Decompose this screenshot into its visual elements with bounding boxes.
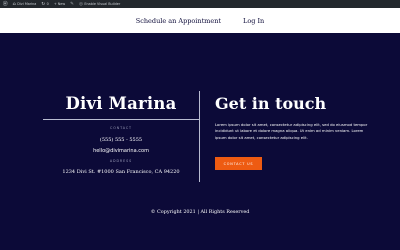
new-label: + New bbox=[53, 2, 66, 6]
street-address: 1234 Divi St. #1000 San Francisco, CA 94… bbox=[62, 169, 180, 175]
visual-builder-item[interactable]: ◎ Enable Visual Builder bbox=[79, 2, 120, 7]
brand-block: Divi Marina bbox=[43, 92, 199, 116]
email-address[interactable]: hello@divimarina.com bbox=[43, 148, 199, 154]
wordpress-item[interactable]: ⓦ bbox=[3, 1, 8, 7]
updates-count: 0 bbox=[46, 2, 49, 6]
get-in-touch-block: Get in touch Lorem ipsum dolor sit amet,… bbox=[215, 92, 371, 141]
divi-icon: ◎ bbox=[78, 1, 83, 7]
new-content-item[interactable]: + New bbox=[54, 2, 65, 6]
site-name-label: Divi Marina bbox=[17, 2, 37, 6]
column-divider bbox=[199, 91, 200, 182]
phone-number[interactable]: (555) 555 - 5555 bbox=[43, 137, 199, 143]
visual-builder-label: Enable Visual Builder bbox=[84, 2, 121, 6]
address-label: ADDRESS bbox=[109, 159, 133, 163]
refresh-icon: ↻ bbox=[41, 1, 46, 7]
get-in-touch-title: Get in touch bbox=[215, 94, 327, 113]
edit-icon: ✎ bbox=[70, 1, 74, 7]
wordpress-icon: ⓦ bbox=[3, 2, 8, 7]
site-name-item[interactable]: ⌂ Divi Marina bbox=[13, 2, 37, 7]
brand-divider bbox=[43, 119, 199, 120]
home-icon: ⌂ bbox=[12, 1, 16, 7]
edit-item[interactable]: ✎ bbox=[70, 2, 74, 7]
footer-copyright: © Copyright 2021 | All Rights Reserved bbox=[150, 209, 250, 215]
top-navigation: Schedule an Appointment Log In bbox=[0, 8, 400, 33]
admin-bar: ⓦ ⌂ Divi Marina ↻ 0 + New ✎ ◎ Enable Visual… bbox=[0, 0, 400, 8]
brand-name: Divi Marina bbox=[65, 94, 177, 113]
get-in-touch-text: Lorem ipsum dolor sit amet, consectetur … bbox=[215, 122, 368, 140]
contact-label: CONTACT bbox=[110, 126, 132, 130]
updates-item[interactable]: ↻ 0 bbox=[41, 2, 48, 7]
nav-link-login[interactable]: Log In bbox=[243, 17, 264, 25]
nav-link-schedule[interactable]: Schedule an Appointment bbox=[136, 17, 221, 25]
contact-us-button[interactable]: CONTACT US bbox=[215, 157, 262, 170]
